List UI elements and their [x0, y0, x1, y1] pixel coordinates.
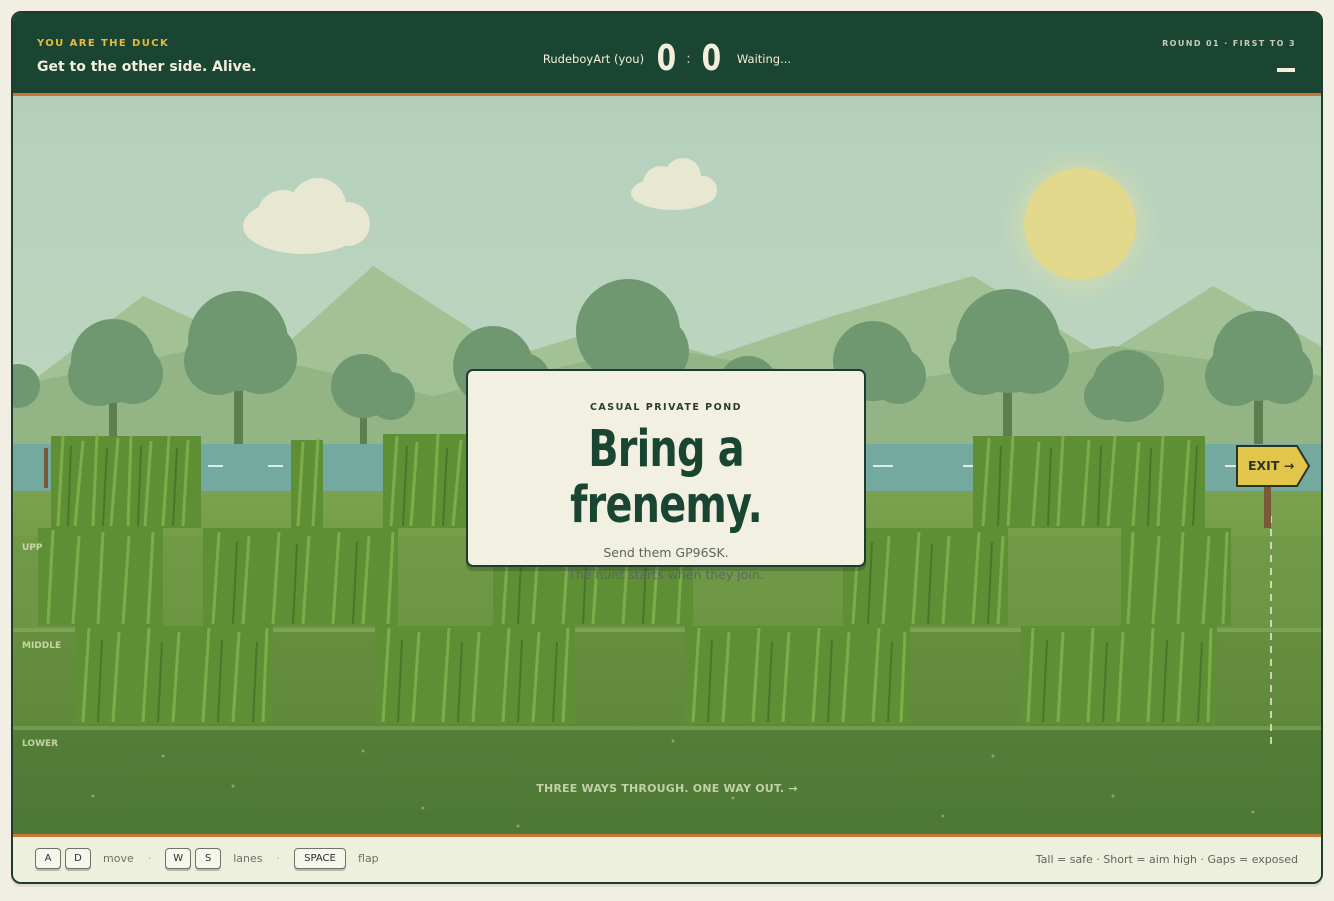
- lane-label-upper: UPP: [22, 543, 43, 553]
- opponent-score: 0: [701, 38, 722, 79]
- control-hints: A D move · W S lanes · SPACE flap: [35, 848, 393, 869]
- left-post: [44, 448, 48, 488]
- room-code-text[interactable]: Send them GP96SK.: [468, 545, 864, 560]
- lane-label-middle: MIDDLE: [22, 641, 62, 651]
- opponent-status: Waiting...: [736, 52, 792, 66]
- player-name: RudeboyArt (you): [542, 52, 645, 66]
- exit-sign-post: [1264, 486, 1271, 528]
- modal-title: Bring a frenemy.: [570, 420, 763, 535]
- exit-sign: EXIT →: [1237, 446, 1299, 486]
- modal-subtext: The hunt starts when they join.: [568, 567, 764, 582]
- score-separator: :: [686, 51, 691, 67]
- cover-legend: Tall = safe · Short = aim high · Gaps = …: [1035, 853, 1298, 866]
- top-hud: YOU ARE THE DUCK Get to the other side. …: [13, 13, 1321, 96]
- key-w: W: [165, 848, 192, 869]
- flap-label: flap: [358, 852, 379, 865]
- controls-footer: A D move · W S lanes · SPACE flap Tall =…: [13, 834, 1321, 882]
- game-scene[interactable]: UPP MIDDLE LOWER THREE WAYS THROUGH. ONE…: [13, 96, 1321, 834]
- key-d: D: [65, 848, 91, 869]
- scene-tagline: THREE WAYS THROUGH. ONE WAY OUT. →: [536, 782, 798, 795]
- key-s: S: [195, 848, 222, 869]
- hint-separator: ·: [276, 852, 281, 865]
- key-space: SPACE: [294, 848, 347, 869]
- move-label: move: [103, 852, 134, 865]
- lane-divider-2: [13, 726, 1321, 730]
- round-indicator: ROUND 01 · FIRST TO 3: [1162, 39, 1296, 48]
- exit-sign-label: EXIT →: [1248, 458, 1295, 473]
- sun: [1024, 168, 1136, 280]
- scoreboard: RudeboyArt (you) 0 : 0 Waiting...: [13, 37, 1321, 81]
- game-frame: YOU ARE THE DUCK Get to the other side. …: [11, 11, 1323, 884]
- lane-label-lower: LOWER: [22, 739, 59, 749]
- key-a: A: [35, 848, 61, 869]
- round-progress-dash: [1277, 68, 1295, 72]
- player-score: 0: [656, 38, 677, 79]
- modal-kicker: CASUAL PRIVATE POND: [589, 402, 743, 413]
- hint-separator: ·: [147, 852, 152, 865]
- invite-modal: CASUAL PRIVATE POND Bring a frenemy. Sen…: [466, 369, 866, 582]
- lanes-label: lanes: [233, 852, 263, 865]
